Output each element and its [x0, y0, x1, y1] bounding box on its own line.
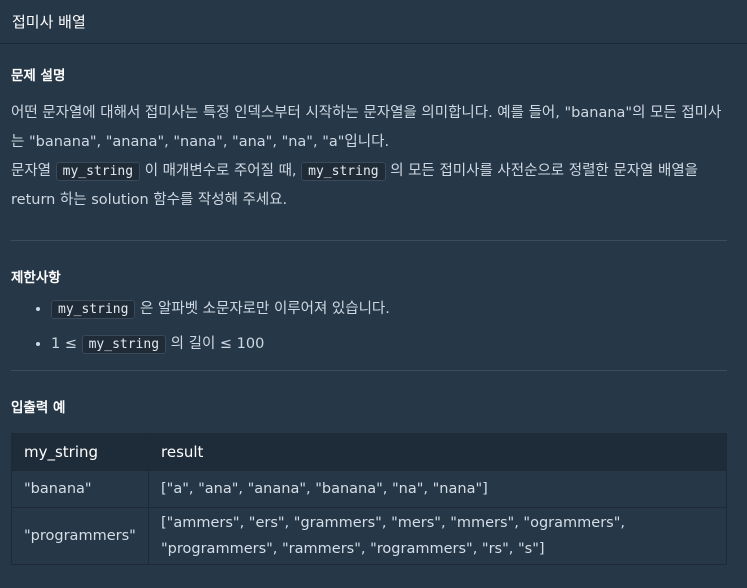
- constraints-heading: 제한사항: [11, 270, 61, 286]
- code-my-string: my_string: [51, 300, 136, 319]
- column-header-my-string: my_string: [11, 433, 149, 471]
- description-line1: 어떤 문자열에 대해서 접미사는 특정 인덱스부터 시작하는 문자열을 의미합니…: [11, 105, 722, 150]
- table-row: "banana" ["a", "ana", "anana", "banana",…: [11, 470, 727, 508]
- table-row: "programmers" ["ammers", "ers", "grammer…: [11, 507, 727, 565]
- text: 이 매개변수로 주어질 때,: [140, 163, 302, 179]
- column-header-result: result: [148, 433, 727, 471]
- code-my-string: my_string: [301, 162, 386, 181]
- text: 1 ≤: [51, 336, 82, 352]
- description-body: 어떤 문자열에 대해서 접미사는 특정 인덱스부터 시작하는 문자열을 의미합니…: [11, 99, 727, 215]
- cell-result: ["a", "ana", "anana", "banana", "na", "n…: [148, 470, 727, 508]
- code-my-string: my_string: [81, 335, 167, 354]
- constraint-item: 1 ≤ my_string 의 길이 ≤ 100: [51, 333, 727, 356]
- problem-title-bar: 접미사 배열: [0, 0, 747, 44]
- problem-title: 접미사 배열: [12, 13, 86, 31]
- description-line2: 문자열 my_string 이 매개변수로 주어질 때, my_string 의…: [11, 157, 727, 215]
- cell-my-string: "programmers": [11, 507, 149, 565]
- examples-table: my_string result "banana" ["a", "ana", "…: [11, 433, 727, 565]
- text: 은 알파벳 소문자로만 이루어져 있습니다.: [135, 301, 390, 317]
- cell-my-string: "banana": [11, 470, 149, 508]
- constraints-list: my_string 은 알파벳 소문자로만 이루어져 있습니다. 1 ≤ my_…: [11, 298, 727, 356]
- text: 문자열: [11, 163, 56, 179]
- examples-heading: 입출력 예: [11, 400, 66, 416]
- section-divider: [11, 370, 727, 371]
- text: 의 길이 ≤ 100: [166, 336, 265, 352]
- problem-content: 문제 설명 어떤 문자열에 대해서 접미사는 특정 인덱스부터 시작하는 문자열…: [0, 44, 747, 565]
- section-divider: [11, 240, 727, 241]
- constraint-item: my_string 은 알파벳 소문자로만 이루어져 있습니다.: [51, 298, 727, 321]
- cell-result: ["ammers", "ers", "grammers", "mers", "m…: [148, 507, 727, 565]
- table-header-row: my_string result: [11, 433, 727, 471]
- code-my-string: my_string: [55, 162, 141, 181]
- description-heading: 문제 설명: [11, 68, 66, 84]
